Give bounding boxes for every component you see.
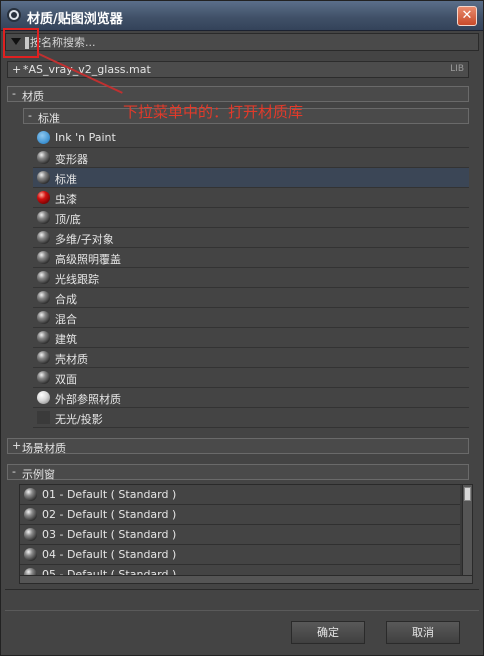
group-label: 示例窗: [22, 468, 55, 481]
material-label: 无光/投影: [55, 413, 103, 426]
material-label: 混合: [55, 313, 77, 326]
material-label: 壳材质: [55, 353, 88, 366]
material-sphere-icon: [37, 231, 50, 244]
material-label: 标准: [55, 173, 77, 186]
material-label: 多维/子对象: [55, 233, 114, 246]
status-bar: [5, 589, 479, 611]
material-list-item[interactable]: 合成: [33, 288, 469, 308]
material-list-item[interactable]: 标准: [33, 168, 469, 188]
sample-slot-item[interactable]: 01 - Default ( Standard ): [20, 485, 460, 505]
cancel-button[interactable]: 取消: [386, 621, 460, 644]
material-list-item[interactable]: 顶/底: [33, 208, 469, 228]
material-sphere-icon: [37, 311, 50, 324]
group-scene-materials-header[interactable]: + 场景材质: [7, 438, 469, 455]
library-name: *AS_vray_v2_glass.mat: [23, 63, 151, 76]
close-button[interactable]: ✕: [457, 6, 477, 26]
material-sphere-icon: [24, 508, 37, 521]
material-list-item[interactable]: Ink 'n Paint: [33, 128, 469, 148]
material-sphere-icon: [37, 171, 50, 184]
material-label: 合成: [55, 293, 77, 306]
material-sphere-icon: [37, 291, 50, 304]
material-label: 虫漆: [55, 193, 77, 206]
expand-sign[interactable]: +: [12, 63, 21, 76]
title-bar[interactable]: 材质/贴图浏览器 ✕: [1, 1, 483, 31]
collapse-sign[interactable]: -: [28, 109, 32, 122]
sample-slot-label: 04 - Default ( Standard ): [42, 548, 177, 561]
material-list-item[interactable]: 混合: [33, 308, 469, 328]
material-label: 建筑: [55, 333, 77, 346]
search-row: [5, 33, 479, 51]
material-sphere-icon: [37, 271, 50, 284]
material-sphere-icon: [37, 151, 50, 164]
material-label: 光线跟踪: [55, 273, 99, 286]
material-sphere-icon: [37, 351, 50, 364]
material-map-browser-window: 材质/贴图浏览器 ✕ + *AS_vray_v2_glass.mat LIB -…: [0, 0, 484, 656]
material-list-item[interactable]: 多维/子对象: [33, 228, 469, 248]
search-input[interactable]: [30, 34, 470, 50]
material-sphere-icon: [37, 391, 50, 404]
vertical-scrollbar[interactable]: [462, 485, 472, 583]
group-label: 材质: [22, 90, 44, 103]
expand-sign[interactable]: +: [12, 439, 21, 452]
annotation-highlight-box: [3, 28, 39, 58]
material-list-item[interactable]: 变形器: [33, 148, 469, 168]
material-sphere-icon: [37, 211, 50, 224]
collapse-sign[interactable]: -: [12, 465, 16, 478]
material-list-item[interactable]: 无光/投影: [33, 408, 469, 428]
material-sphere-icon: [24, 528, 37, 541]
material-sphere-icon: [37, 371, 50, 384]
sample-slot-label: 02 - Default ( Standard ): [42, 508, 177, 521]
sample-slot-item[interactable]: 03 - Default ( Standard ): [20, 525, 460, 545]
material-label: Ink 'n Paint: [55, 131, 116, 144]
material-list-item[interactable]: 外部参照材质: [33, 388, 469, 408]
material-sphere-icon: [24, 548, 37, 561]
annotation-text: 下拉菜单中的：打开材质库: [123, 103, 304, 121]
group-materials-header[interactable]: - 材质: [7, 86, 469, 103]
material-label: 顶/底: [55, 213, 81, 226]
material-sphere-icon: [37, 191, 50, 204]
sample-slot-item[interactable]: 02 - Default ( Standard ): [20, 505, 460, 525]
group-label: 标准: [38, 112, 60, 125]
material-label: 变形器: [55, 153, 88, 166]
ok-button[interactable]: 确定: [291, 621, 365, 644]
sample-slots-panel: 01 - Default ( Standard ) 02 - Default ( …: [19, 484, 473, 584]
material-list-item[interactable]: 光线跟踪: [33, 268, 469, 288]
sample-slot-label: 01 - Default ( Standard ): [42, 488, 177, 501]
scrollbar-thumb[interactable]: [464, 487, 471, 501]
group-sample-slots-header[interactable]: - 示例窗: [7, 464, 469, 481]
collapse-sign[interactable]: -: [12, 87, 16, 100]
material-sphere-icon: [37, 411, 50, 424]
sample-slot-item[interactable]: 04 - Default ( Standard ): [20, 545, 460, 565]
material-sphere-icon: [24, 488, 37, 501]
material-sphere-icon: [37, 331, 50, 344]
material-list: Ink 'n Paint 变形器标准虫漆顶/底多维/子对象 高级照明覆盖 光线跟踪合成…: [33, 128, 469, 428]
material-sphere-icon: [37, 131, 50, 144]
material-label: 外部参照材质: [55, 393, 121, 406]
window-title: 材质/贴图浏览器: [27, 12, 123, 27]
app-icon: [7, 8, 21, 22]
library-tag: LIB: [450, 64, 464, 74]
material-list-item[interactable]: 高级照明覆盖: [33, 248, 469, 268]
sample-slot-label: 03 - Default ( Standard ): [42, 528, 177, 541]
horizontal-scrollbar[interactable]: [20, 575, 472, 583]
sample-slot-list: 01 - Default ( Standard ) 02 - Default ( …: [20, 485, 472, 583]
material-list-item[interactable]: 壳材质: [33, 348, 469, 368]
material-list-item[interactable]: 双面: [33, 368, 469, 388]
material-list-item[interactable]: 虫漆: [33, 188, 469, 208]
group-label: 场景材质: [22, 442, 66, 455]
material-label: 双面: [55, 373, 77, 386]
material-list-item[interactable]: 建筑: [33, 328, 469, 348]
material-sphere-icon: [37, 251, 50, 264]
material-label: 高级照明覆盖: [55, 253, 121, 266]
